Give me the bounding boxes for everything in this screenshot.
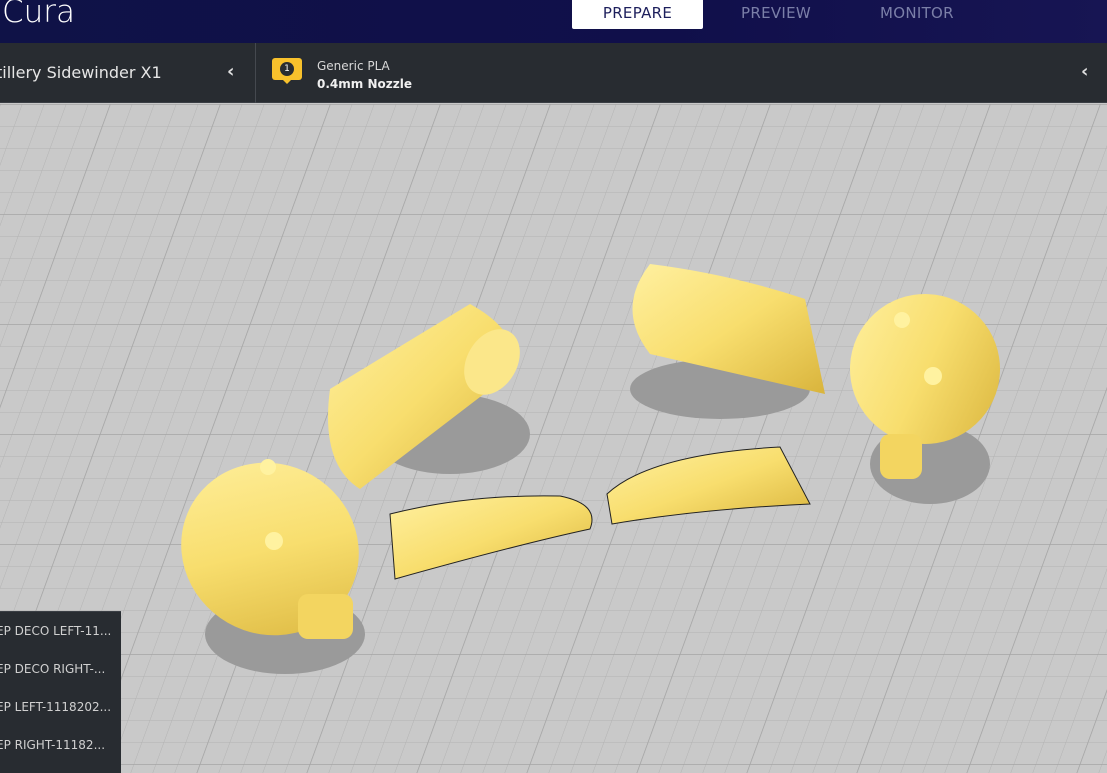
machine-bar: tillery Sidewinder X1 ‹ 1 Generic PLA 0.… [0,43,1107,103]
app-logo: Cura [2,0,76,30]
printer-name: tillery Sidewinder X1 [0,63,162,82]
chevron-left-icon[interactable]: ‹ [1081,61,1088,82]
extruder-icon: 1 [272,58,302,84]
build-plate[interactable] [0,104,1107,773]
object-list-item[interactable]: EP DECO RIGHT-... [0,662,105,676]
3d-viewport[interactable] [0,104,1107,773]
object-list: EP DECO LEFT-11... EP DECO RIGHT-... EP … [0,611,121,773]
tab-preview[interactable]: PREVIEW [741,0,811,29]
tab-monitor[interactable]: MONITOR [880,0,954,29]
chevron-left-icon[interactable]: ‹ [227,61,234,82]
printer-selector[interactable]: tillery Sidewinder X1 ‹ [0,43,256,103]
top-bar: Cura PREPARE PREVIEW MONITOR [0,0,1107,43]
object-list-item[interactable]: EP DECO LEFT-11... [0,624,111,638]
material-name: Generic PLA [317,59,390,73]
object-list-item[interactable]: EP RIGHT-11182... [0,738,105,752]
object-list-item[interactable]: EP LEFT-1118202... [0,700,111,714]
tab-prepare[interactable]: PREPARE [572,0,703,29]
nozzle-size: 0.4mm Nozzle [317,77,412,91]
